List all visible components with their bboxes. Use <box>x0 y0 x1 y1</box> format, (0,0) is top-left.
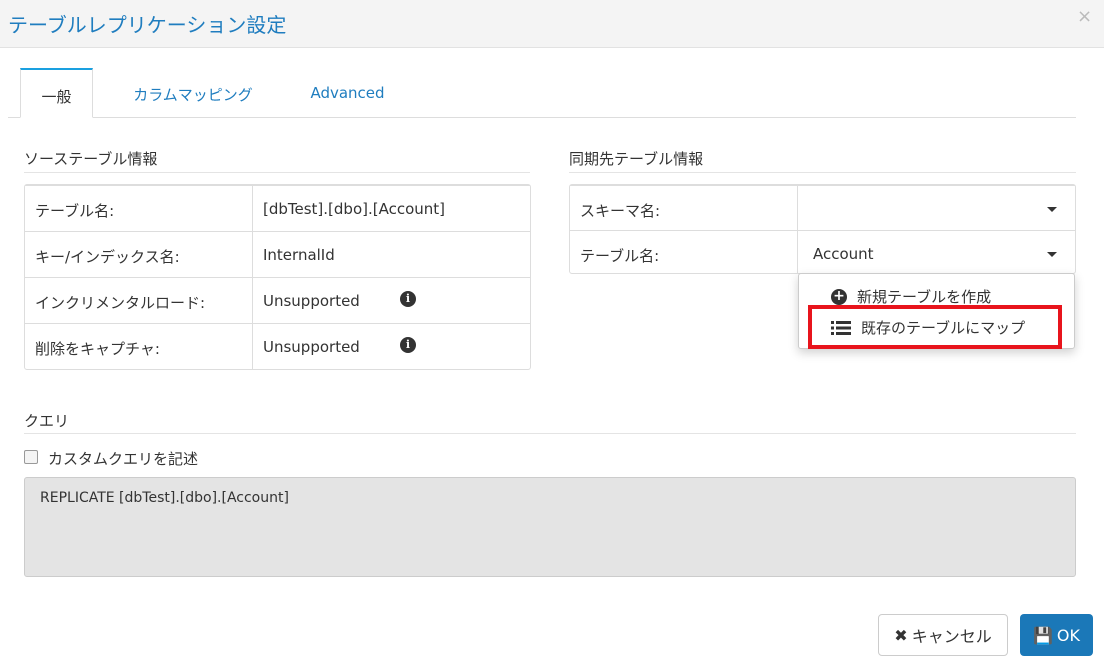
row-value: InternalId <box>263 246 335 264</box>
plus-circle-icon: + <box>831 288 847 305</box>
schema-select[interactable] <box>798 186 1075 231</box>
highlight-box <box>808 305 1062 349</box>
tab-advanced[interactable]: Advanced <box>300 68 395 118</box>
row-label: テーブル名: <box>580 247 660 265</box>
info-icon[interactable]: i <box>400 291 416 307</box>
close-icon[interactable]: × <box>1077 6 1092 27</box>
row-value: [dbTest].[dbo].[Account] <box>263 200 446 218</box>
info-icon[interactable]: i <box>400 337 416 353</box>
row-label: インクリメンタルロード: <box>35 294 206 312</box>
row-value: Unsupported <box>263 338 360 356</box>
target-table: スキーマ名: テーブル名: Account <box>569 184 1076 274</box>
table-select[interactable]: Account <box>798 231 1075 276</box>
menu-item-create-table[interactable]: + 新規テーブルを作成 <box>831 286 991 307</box>
query-heading: クエリ <box>24 412 70 430</box>
dialog-title: テーブルレプリケーション設定 <box>8 13 287 37</box>
menu-item-label: 新規テーブルを作成 <box>857 288 992 306</box>
custom-query-checkbox[interactable] <box>24 450 38 464</box>
query-textarea[interactable]: REPLICATE [dbTest].[dbo].[Account] <box>24 477 1076 577</box>
divider <box>24 172 530 173</box>
close-icon: ✖ <box>894 625 908 645</box>
chevron-down-icon <box>1047 252 1057 257</box>
ok-button[interactable]: 💾 OK <box>1020 614 1093 656</box>
tab-column-mapping[interactable]: カラムマッピング <box>118 68 268 118</box>
row-value: Unsupported <box>263 292 360 310</box>
row-label: スキーマ名: <box>580 202 661 220</box>
row-label: テーブル名: <box>35 202 115 220</box>
chevron-down-icon <box>1047 207 1057 212</box>
row-label: キー/インデックス名: <box>35 248 180 266</box>
cancel-button[interactable]: ✖ キャンセル <box>878 614 1008 656</box>
custom-query-label[interactable]: カスタムクエリを記述 <box>48 448 198 469</box>
save-icon: 💾 <box>1032 625 1053 645</box>
tab-general[interactable]: 一般 <box>20 68 93 118</box>
target-heading: 同期先テーブル情報 <box>569 150 704 168</box>
source-table: テーブル名: [dbTest].[dbo].[Account] キー/インデックス… <box>24 184 531 370</box>
row-label: 削除をキャプチャ: <box>35 340 160 358</box>
divider <box>24 433 1076 434</box>
divider <box>569 172 1076 173</box>
source-heading: ソーステーブル情報 <box>24 150 158 168</box>
